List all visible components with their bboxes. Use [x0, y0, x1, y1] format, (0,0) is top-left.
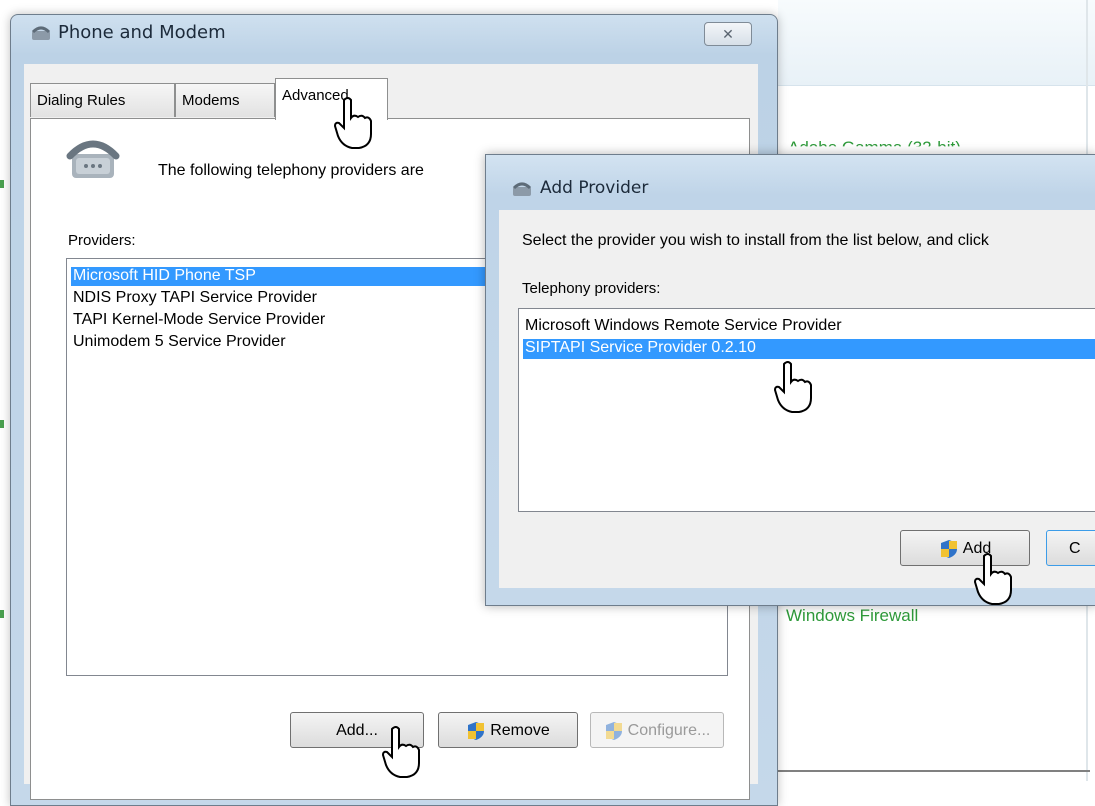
remove-button[interactable]: Remove — [438, 712, 578, 748]
telephone-icon — [66, 140, 120, 178]
dialog-title: Add Provider — [540, 178, 649, 198]
list-item[interactable]: SIPTAPI Service Provider 0.2.10 — [523, 339, 1095, 359]
remove-button-label: Remove — [490, 722, 550, 739]
configure-button-label: Configure... — [627, 722, 711, 739]
list-item[interactable]: Microsoft HID Phone TSP — [71, 267, 493, 286]
uac-shield-icon — [605, 721, 622, 740]
phone-modem-icon — [512, 182, 532, 196]
list-item[interactable]: TAPI Kernel-Mode Service Provider — [71, 311, 325, 330]
uac-shield-icon — [940, 539, 957, 558]
add-button-label: Add... — [336, 722, 378, 739]
configure-button[interactable]: Configure... — [590, 712, 724, 748]
dialog-instruction: Select the provider you wish to install … — [522, 232, 989, 249]
window-title: Phone and Modem — [58, 22, 226, 43]
close-button[interactable]: ✕ — [704, 22, 752, 46]
dialog-cancel-button[interactable]: C — [1046, 530, 1095, 566]
control-panel-header — [778, 0, 1095, 86]
list-item[interactable]: NDIS Proxy TAPI Service Provider — [71, 289, 317, 308]
hand-pointer-icon — [773, 361, 812, 413]
list-item[interactable]: Microsoft Windows Remote Service Provide… — [523, 317, 842, 337]
hand-pointer-icon — [333, 97, 372, 149]
phone-modem-icon — [31, 26, 51, 40]
hand-pointer-icon — [973, 553, 1012, 605]
tab-dialing-rules[interactable]: Dialing Rules — [30, 83, 175, 117]
left-edge-mark — [0, 180, 4, 188]
tab-modems[interactable]: Modems — [175, 83, 275, 117]
telephony-providers-label: Telephony providers: — [522, 280, 661, 297]
left-edge-mark — [0, 420, 4, 428]
hand-pointer-icon — [381, 726, 420, 778]
intro-text: The following telephony providers are — [158, 162, 424, 179]
list-item[interactable]: Unimodem 5 Service Provider — [71, 333, 286, 352]
providers-label: Providers: — [68, 232, 136, 249]
uac-shield-icon — [468, 721, 485, 740]
left-edge-mark — [0, 610, 4, 618]
control-panel-link-windows-firewall[interactable]: Windows Firewall — [786, 606, 918, 626]
